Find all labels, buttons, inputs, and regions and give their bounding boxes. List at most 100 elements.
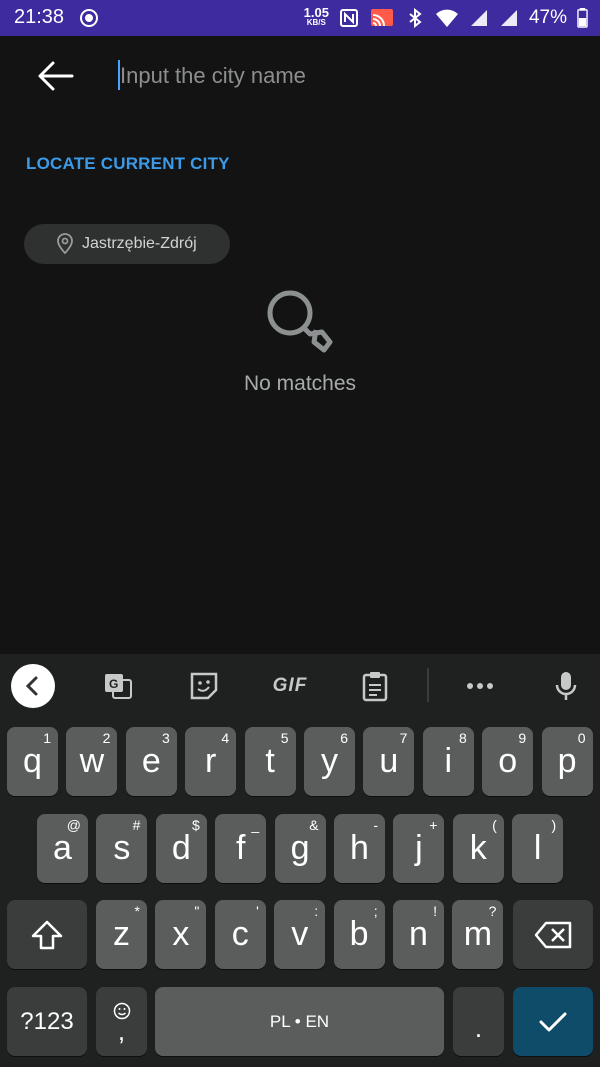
key-hint: ' <box>256 903 259 919</box>
wifi-icon <box>435 9 458 27</box>
key-label: m <box>463 915 493 953</box>
check-icon <box>539 1012 567 1031</box>
key-u[interactable]: u7 <box>363 727 415 796</box>
status-bar: 21:38 1.05 KB/S 47% <box>0 0 600 36</box>
key-label: g <box>290 829 310 867</box>
key-z[interactable]: z * <box>96 900 147 969</box>
no-matches-text: No matches <box>243 372 357 395</box>
key-o[interactable]: o9 <box>482 727 534 796</box>
key-hint: 9 <box>518 730 527 746</box>
key-y[interactable]: y6 <box>304 727 355 796</box>
key-hint: ( <box>492 817 497 833</box>
key-j[interactable]: j + <box>393 814 445 883</box>
key-label: i <box>444 742 453 780</box>
key-label: j <box>415 829 423 867</box>
key-hint: $ <box>192 817 200 833</box>
key-label: r <box>205 742 217 780</box>
keyboard-toolbar: G GIF <box>0 654 600 716</box>
gif-icon: GIF <box>272 675 308 696</box>
city-search-input[interactable] <box>118 58 560 94</box>
comma-key[interactable]: , <box>96 987 147 1056</box>
gif-button[interactable]: GIF <box>270 670 310 702</box>
key-hint: 2 <box>102 730 111 746</box>
signal-icon <box>500 10 517 26</box>
key-hint: & <box>309 817 319 833</box>
key-label: z <box>113 915 130 953</box>
keyboard: G GIF q1w2e3r4t5y6u7i8o9p0 a @ s # d $ f _ g & h - j… <box>0 654 600 1067</box>
key-v[interactable]: v: <box>274 900 326 969</box>
key-label: u <box>379 742 399 780</box>
key-k[interactable]: k( <box>452 814 504 883</box>
key-g[interactable]: g & <box>274 814 326 883</box>
enter-key[interactable] <box>513 987 593 1056</box>
more-icon <box>467 683 493 689</box>
key-hint: 3 <box>162 730 170 746</box>
clipboard-button[interactable] <box>358 670 392 702</box>
key-d[interactable]: d $ <box>155 814 207 883</box>
keyboard-toolbar-back[interactable] <box>11 664 55 708</box>
key-hint: ? <box>488 903 497 919</box>
period-label: . <box>474 1013 483 1043</box>
key-hint: * <box>134 903 140 919</box>
backspace-key[interactable] <box>513 900 593 969</box>
key-label: w <box>79 742 105 780</box>
space-key[interactable]: PL • EN <box>155 987 444 1056</box>
key-hint: : <box>314 903 319 919</box>
battery-percent: 47% <box>528 7 567 28</box>
more-button[interactable] <box>463 670 497 702</box>
symbols-key[interactable]: ?123 <box>7 987 87 1056</box>
net-speed-value: 1.05 <box>303 5 329 20</box>
key-label: t <box>265 742 275 780</box>
voice-input-button[interactable] <box>549 670 583 702</box>
key-w[interactable]: w2 <box>66 727 118 796</box>
key-x[interactable]: x " <box>155 900 207 969</box>
net-speed: 1.05 KB/S <box>303 5 329 28</box>
key-c[interactable]: c ' <box>214 900 266 969</box>
location-pin-icon <box>57 233 73 255</box>
key-e[interactable]: e3 <box>125 727 177 796</box>
net-speed-unit: KB/S <box>306 18 326 27</box>
key-t[interactable]: t5 <box>244 727 296 796</box>
key-label: p <box>557 742 577 780</box>
space-language-label: PL • EN <box>269 1011 330 1031</box>
recent-city-chip[interactable]: Jastrzębie-Zdrój <box>24 224 230 264</box>
key-label: v <box>291 915 309 953</box>
key-b[interactable]: b; <box>333 900 385 969</box>
period-key[interactable]: . <box>453 987 504 1056</box>
key-label: f <box>235 829 246 867</box>
key-h[interactable]: h- <box>334 814 385 883</box>
key-hint: @ <box>66 817 81 833</box>
key-l[interactable]: l) <box>512 814 564 883</box>
key-hint: 7 <box>399 730 408 746</box>
translate-button[interactable]: G <box>101 670 135 702</box>
shift-key[interactable] <box>7 900 87 969</box>
key-hint: 6 <box>340 730 348 746</box>
locate-current-city-button[interactable]: LOCATE CURRENT CITY <box>26 154 230 174</box>
key-label: b <box>349 915 369 953</box>
shift-icon <box>31 920 63 949</box>
key-hint: 4 <box>221 730 230 746</box>
backspace-icon <box>534 921 572 948</box>
key-label: n <box>409 915 428 953</box>
cast-icon <box>370 9 393 27</box>
key-n[interactable]: n! <box>393 900 444 969</box>
key-i[interactable]: i8 <box>422 727 474 796</box>
search-bar <box>0 36 600 120</box>
bluetooth-icon <box>409 8 422 28</box>
key-hint: _ <box>251 817 260 833</box>
key-f[interactable]: f _ <box>215 814 267 883</box>
key-label: c <box>231 915 249 953</box>
status-time: 21:38 <box>14 6 65 28</box>
back-arrow-icon[interactable] <box>36 58 76 94</box>
sticker-button[interactable] <box>187 670 221 702</box>
key-s[interactable]: s # <box>96 814 148 883</box>
key-hint: " <box>194 903 200 919</box>
key-q[interactable]: q1 <box>7 727 58 796</box>
key-hint: 0 <box>577 730 586 746</box>
key-m[interactable]: m? <box>452 900 504 969</box>
key-a[interactable]: a @ <box>37 814 88 883</box>
key-r[interactable]: r4 <box>185 727 237 796</box>
key-label: o <box>498 742 518 780</box>
key-p[interactable]: p0 <box>541 727 593 796</box>
key-hint: 8 <box>459 730 467 746</box>
